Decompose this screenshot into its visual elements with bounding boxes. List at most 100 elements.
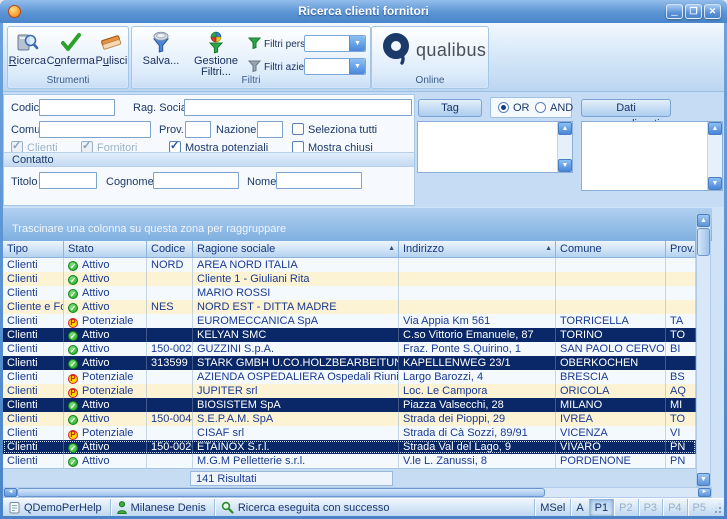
tag-listbox[interactable]: ▲ ▼ bbox=[417, 121, 573, 173]
cell-ragione-sociale[interactable]: KELYAN SMC bbox=[193, 328, 399, 342]
cell-codice[interactable] bbox=[147, 370, 193, 384]
filtri-personali-dropdown[interactable]: ▼ bbox=[304, 35, 366, 52]
cell-codice[interactable] bbox=[147, 314, 193, 328]
close-button[interactable]: ✕ bbox=[704, 4, 721, 19]
cell-codice[interactable] bbox=[147, 454, 193, 468]
horizontal-scrollbar-thumb[interactable] bbox=[17, 488, 545, 497]
cell-comune[interactable]: VICENZA bbox=[556, 426, 666, 440]
cell-ragione-sociale[interactable]: GUZZINI S.p.A. bbox=[193, 342, 399, 356]
cell-comune[interactable]: TORRICELLA bbox=[556, 314, 666, 328]
cell-tipo[interactable]: Clienti bbox=[3, 370, 64, 384]
cell-ragione-sociale[interactable]: JUPITER srl bbox=[193, 384, 399, 398]
cell-tipo[interactable]: Clienti bbox=[3, 356, 64, 370]
scroll-left-icon[interactable]: ◄ bbox=[4, 488, 17, 497]
cell-stato[interactable]: ✓Attivo bbox=[64, 398, 147, 412]
cell-ragione-sociale[interactable]: AREA NORD ITALIA bbox=[193, 258, 399, 272]
table-row[interactable]: Clienti✓Attivo313599STARK GMBH U.CO.HOLZ… bbox=[3, 356, 696, 370]
cell-prov[interactable]: TA bbox=[666, 314, 696, 328]
table-row[interactable]: Clienti✓AttivoM.G.M Pelletterie s.r.l.V.… bbox=[3, 454, 696, 468]
cell-codice[interactable] bbox=[147, 328, 193, 342]
cell-prov[interactable]: PN bbox=[666, 454, 696, 468]
cell-stato[interactable]: ✓Attivo bbox=[64, 286, 147, 300]
cell-prov[interactable]: BI bbox=[666, 342, 696, 356]
table-row[interactable]: Clienti✓AttivoNORDAREA NORD ITALIA bbox=[3, 258, 696, 272]
cell-tipo[interactable]: Clienti bbox=[3, 272, 64, 286]
cell-comune[interactable] bbox=[556, 258, 666, 272]
table-row[interactable]: Cliente e Fornito✓AttivoNESNORD EST - DI… bbox=[3, 300, 696, 314]
cell-indirizzo[interactable] bbox=[399, 286, 556, 300]
table-row[interactable]: Clienti✓AttivoKELYAN SMCC.so Vittorio Em… bbox=[3, 328, 696, 342]
column-header-codice[interactable]: Codice bbox=[147, 241, 193, 258]
cell-stato[interactable]: ✓Attivo bbox=[64, 342, 147, 356]
cell-indirizzo[interactable]: Strada Val del Lago, 9 bbox=[399, 440, 556, 454]
cell-codice[interactable] bbox=[147, 426, 193, 440]
cell-comune[interactable]: OBERKOCHEN bbox=[556, 356, 666, 370]
cell-comune[interactable]: MILANO bbox=[556, 398, 666, 412]
status-page-p2[interactable]: P2 bbox=[613, 499, 637, 516]
cell-prov[interactable]: BS bbox=[666, 370, 696, 384]
table-row[interactable]: ClientiPPotenziale EUROMECCANICA SpAVia A… bbox=[3, 314, 696, 328]
column-header-comune[interactable]: Comune bbox=[556, 241, 666, 258]
cell-prov[interactable]: TO bbox=[666, 412, 696, 426]
cell-codice[interactable] bbox=[147, 384, 193, 398]
scroll-down-icon[interactable]: ▼ bbox=[697, 473, 710, 486]
cell-ragione-sociale[interactable]: MARIO ROSSI bbox=[193, 286, 399, 300]
cell-prov[interactable] bbox=[666, 300, 696, 314]
cell-indirizzo[interactable]: Via Appia Km 561 bbox=[399, 314, 556, 328]
cell-codice[interactable]: 150-0025 bbox=[147, 342, 193, 356]
cell-stato[interactable]: ✓Attivo bbox=[64, 258, 147, 272]
cell-prov[interactable]: TO bbox=[666, 328, 696, 342]
column-header-tipo[interactable]: Tipo bbox=[3, 241, 64, 258]
cell-indirizzo[interactable] bbox=[399, 300, 556, 314]
cell-comune[interactable] bbox=[556, 300, 666, 314]
cell-codice[interactable]: NES bbox=[147, 300, 193, 314]
cell-comune[interactable]: TORINO bbox=[556, 328, 666, 342]
table-row[interactable]: Clienti✓Attivo MARIO ROSSI bbox=[3, 286, 696, 300]
cell-stato[interactable]: PPotenziale bbox=[64, 314, 147, 328]
cell-comune[interactable]: VIVARO bbox=[556, 440, 666, 454]
cell-tipo[interactable]: Clienti bbox=[3, 286, 64, 300]
cell-ragione-sociale[interactable]: AZIENDA OSPEDALIERA Ospedali Riuniti bbox=[193, 370, 399, 384]
cell-codice[interactable] bbox=[147, 272, 193, 286]
cell-indirizzo[interactable]: Piazza Valsecchi, 28 bbox=[399, 398, 556, 412]
column-header-prov-[interactable]: Prov. bbox=[666, 241, 696, 258]
cell-indirizzo[interactable]: Fraz. Ponte S.Quirino, 1 bbox=[399, 342, 556, 356]
cell-tipo[interactable]: Clienti bbox=[3, 342, 64, 356]
cell-stato[interactable]: ✓Attivo bbox=[64, 356, 147, 370]
scroll-up-icon[interactable]: ▲ bbox=[708, 122, 722, 135]
cell-codice[interactable]: 313599 bbox=[147, 356, 193, 370]
cell-tipo[interactable]: Clienti bbox=[3, 454, 64, 468]
dati-personalizzati-listbox[interactable]: ▲ ▼ bbox=[581, 121, 723, 191]
scroll-up-icon[interactable]: ▲ bbox=[558, 122, 572, 135]
scroll-down-icon[interactable]: ▼ bbox=[558, 159, 572, 172]
status-page-p4[interactable]: P4 bbox=[662, 499, 686, 516]
scroll-right-icon[interactable]: ► bbox=[698, 488, 711, 497]
scroll-up-icon[interactable]: ▲ bbox=[697, 214, 710, 227]
group-by-zone[interactable]: Trascinare una colonna su questa zona pe… bbox=[3, 208, 712, 241]
cell-indirizzo[interactable]: Strada dei Pioppi, 29 bbox=[399, 412, 556, 426]
cell-tipo[interactable]: Clienti bbox=[3, 426, 64, 440]
cell-prov[interactable]: AQ bbox=[666, 384, 696, 398]
or-radio[interactable] bbox=[498, 102, 509, 113]
title-bar[interactable]: Ricerca clienti fornitori ─ ❐ ✕ bbox=[0, 0, 727, 23]
table-row[interactable]: Clienti✓Attivo150-0020ETAINOX S.r.l.Stra… bbox=[3, 440, 696, 454]
codice-input[interactable] bbox=[39, 99, 115, 116]
cell-stato[interactable]: PPotenziale bbox=[64, 426, 147, 440]
scroll-down-icon[interactable]: ▼ bbox=[708, 177, 722, 190]
cell-tipo[interactable]: Clienti bbox=[3, 314, 64, 328]
cell-ragione-sociale[interactable]: NORD EST - DITTA MADRE bbox=[193, 300, 399, 314]
cell-indirizzo[interactable]: Strada di Cà Sozzi, 89/91 bbox=[399, 426, 556, 440]
cell-comune[interactable]: SAN PAOLO CERVO bbox=[556, 342, 666, 356]
cell-comune[interactable]: BRESCIA bbox=[556, 370, 666, 384]
nazione-input[interactable] bbox=[257, 121, 283, 138]
cell-indirizzo[interactable]: C.so Vittorio Emanuele, 87 bbox=[399, 328, 556, 342]
chevron-down-icon[interactable]: ▼ bbox=[349, 36, 365, 51]
cell-prov[interactable] bbox=[666, 356, 696, 370]
rag-sociale-input[interactable] bbox=[184, 99, 412, 116]
comune-input[interactable] bbox=[39, 121, 151, 138]
cell-ragione-sociale[interactable]: EUROMECCANICA SpA bbox=[193, 314, 399, 328]
cell-ragione-sociale[interactable]: M.G.M Pelletterie s.r.l. bbox=[193, 454, 399, 468]
cell-prov[interactable] bbox=[666, 286, 696, 300]
table-row[interactable]: Clienti✓AttivoBIOSISTEM SpAPiazza Valsec… bbox=[3, 398, 696, 412]
column-header-indirizzo[interactable]: Indirizzo▲ bbox=[399, 241, 556, 258]
